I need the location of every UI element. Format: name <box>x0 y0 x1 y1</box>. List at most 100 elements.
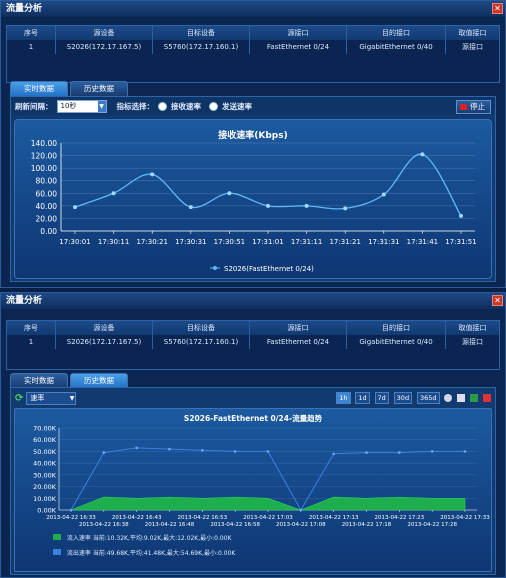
y-tick-label: 140.00 <box>31 140 57 148</box>
legend-label: S2026(FastEthernet 0/24) <box>224 265 314 273</box>
data-point <box>266 450 270 453</box>
data-point <box>266 203 270 208</box>
x-tick-label: 2013-04-22 16:53 <box>178 515 228 521</box>
tab-bar: 实时数据 历史数据 <box>10 373 128 388</box>
device-table: 序号 源设备 目标设备 源接口 目的接口 取值接口 1 S2026(172.17… <box>6 25 500 83</box>
table-empty-area <box>7 349 499 369</box>
pdf-icon[interactable] <box>483 393 491 402</box>
history-legend: 流入速率 当前:10.32K,平均:9.02K,最大:12.02K,最小:0.0… <box>53 533 235 560</box>
y-tick-label: 50.00K <box>33 448 57 456</box>
data-point <box>102 451 106 454</box>
table-cell: FastEthernet 0/24 <box>250 335 347 349</box>
y-tick-label: 60.00K <box>33 436 57 444</box>
refresh-icon[interactable]: ⟳ <box>15 393 23 404</box>
tab-realtime[interactable]: 实时数据 <box>10 81 68 96</box>
tab-history[interactable]: 历史数据 <box>70 373 128 388</box>
col-header: 取值接口 <box>458 324 487 332</box>
y-tick-label: 80.00 <box>36 177 58 186</box>
excel-icon[interactable] <box>470 393 479 402</box>
window-title: 流量分析 <box>6 4 43 14</box>
history-metric-select[interactable]: 速率 ▼ <box>26 392 77 405</box>
send-rate-radio[interactable] <box>209 101 218 111</box>
data-point <box>73 205 77 210</box>
data-point <box>463 450 467 453</box>
stop-icon <box>460 104 467 110</box>
x-tick-label: 2013-04-22 16:58 <box>210 522 260 528</box>
col-header: 目标设备 <box>153 321 250 335</box>
y-tick-label: 30.00K <box>33 471 57 479</box>
gear-icon[interactable] <box>444 393 453 402</box>
window-title: 流量分析 <box>6 296 43 306</box>
recv-rate-radio[interactable] <box>158 101 167 111</box>
x-tick-label: 2013-04-22 17:28 <box>407 522 457 528</box>
x-tick-label: 2013-04-22 16:33 <box>46 515 96 521</box>
metric-label: 指标选择： <box>116 101 155 111</box>
col-header: 源设备 <box>56 26 153 40</box>
legend-swatch-outflow <box>53 549 61 555</box>
range-30d-button[interactable]: 30d <box>393 392 413 404</box>
x-tick-label: 2013-04-22 17:03 <box>243 515 293 521</box>
y-tick-label: 40.00 <box>36 202 58 211</box>
col-header: 取值接口 <box>458 29 487 37</box>
close-icon[interactable]: ✕ <box>492 295 503 306</box>
legend-item[interactable]: 流出速率 当前:49.68K,平均:41.48K,最大:54.69K,最小:0.… <box>53 548 235 560</box>
window-titlebar: 流量分析 ✕ <box>1 293 505 309</box>
data-point <box>304 203 309 208</box>
tab-bar: 实时数据 历史数据 <box>10 81 128 96</box>
x-tick-label: 17:30:51 <box>214 238 245 246</box>
data-point <box>299 508 303 512</box>
x-tick-label: 17:31:41 <box>407 238 438 246</box>
tab-history[interactable]: 历史数据 <box>70 81 128 96</box>
y-tick-label: 120.00 <box>31 152 57 161</box>
refresh-interval-select[interactable]: 10秒 ▼ <box>56 99 107 113</box>
data-point <box>365 451 368 454</box>
range-365d-button[interactable]: 365d <box>416 392 440 404</box>
data-point <box>420 152 425 157</box>
realtime-toolbar: 刷新间隔： 10秒 ▼ 指标选择： 接收速率 发送速率 <box>11 97 495 115</box>
close-icon[interactable]: ✕ <box>492 3 503 14</box>
x-tick-label: 17:31:51 <box>445 238 476 246</box>
range-1d-button[interactable]: 1d <box>355 392 370 404</box>
x-tick-label: 17:30:01 <box>59 238 90 246</box>
legend-text-outflow: 流出速率 当前:49.68K,平均:41.48K,最大:54.69K,最小:0.… <box>66 550 236 557</box>
x-tick-label: 2013-04-22 16:48 <box>145 522 195 528</box>
range-buttons: 1h 1d 7d 30d 365d <box>334 392 491 404</box>
y-tick-label: 20.00K <box>33 483 57 491</box>
tab-realtime[interactable]: 实时数据 <box>10 373 68 388</box>
col-header: 序号 <box>7 321 56 335</box>
realtime-chart: 接收速率(Kbps) 140.00 120.00 100.00 80.00 60.00 4… <box>14 119 492 279</box>
col-header: 序号 <box>7 26 56 40</box>
stop-button[interactable]: 停止 <box>456 100 491 114</box>
history-chart: S2026-FastEthernet 0/24-流量趋势 70.00K 60.00… <box>14 408 492 572</box>
table-header: 序号 源设备 目标设备 源接口 目的接口 取值接口 <box>7 321 499 335</box>
x-tick-label: 17:31:11 <box>291 238 322 246</box>
table-row[interactable]: 1 S2026(172.17.167.5) S5760(172.17.160.1… <box>7 335 499 349</box>
history-chart-svg: 70.00K 60.00K 50.00K 40.00K 30.00K 20.00K 10.0… <box>33 425 490 529</box>
x-tick-label: 2013-04-22 17:33 <box>440 515 490 521</box>
col-header: 目标设备 <box>153 26 250 40</box>
range-1h-button[interactable]: 1h <box>336 392 351 404</box>
table-cell: S2026(172.17.167.5) <box>56 335 153 349</box>
window-titlebar: 流量分析 ✕ <box>1 1 505 17</box>
y-tick-label: 0.00 <box>40 227 57 236</box>
data-point <box>168 447 171 451</box>
send-rate-label: 发送速率 <box>222 101 252 111</box>
realtime-panel: 刷新间隔： 10秒 ▼ 指标选择： 接收速率 发送速率 停止 接收速率(Kbps… <box>10 96 496 282</box>
history-metric-group: ⟳ 速率 ▼ <box>15 392 77 405</box>
x-tick-label: 2013-04-22 17:23 <box>375 515 425 521</box>
data-point <box>69 508 73 512</box>
table-row[interactable]: 1 S2026(172.17.167.5) S5760(172.17.160.1… <box>7 40 499 54</box>
data-point <box>135 446 138 450</box>
range-7d-button[interactable]: 7d <box>374 392 389 404</box>
x-tick-label: 17:31:31 <box>368 238 399 246</box>
x-tick-label: 17:31:21 <box>329 238 360 246</box>
chevron-down-icon: ▼ <box>69 395 75 402</box>
x-tick-label: 2013-04-22 17:08 <box>276 522 326 528</box>
legend-item[interactable]: 流入速率 当前:10.32K,平均:9.02K,最大:12.02K,最小:0.0… <box>53 533 235 545</box>
table-cell: 1 <box>7 335 56 349</box>
table-header: 序号 源设备 目标设备 源接口 目的接口 取值接口 <box>7 26 499 40</box>
table-cell: S5760(172.17.160.1) <box>153 40 250 54</box>
print-icon[interactable] <box>457 393 466 402</box>
x-tick-label: 17:30:21 <box>136 238 167 246</box>
stop-button-label: 停止 <box>470 102 485 111</box>
